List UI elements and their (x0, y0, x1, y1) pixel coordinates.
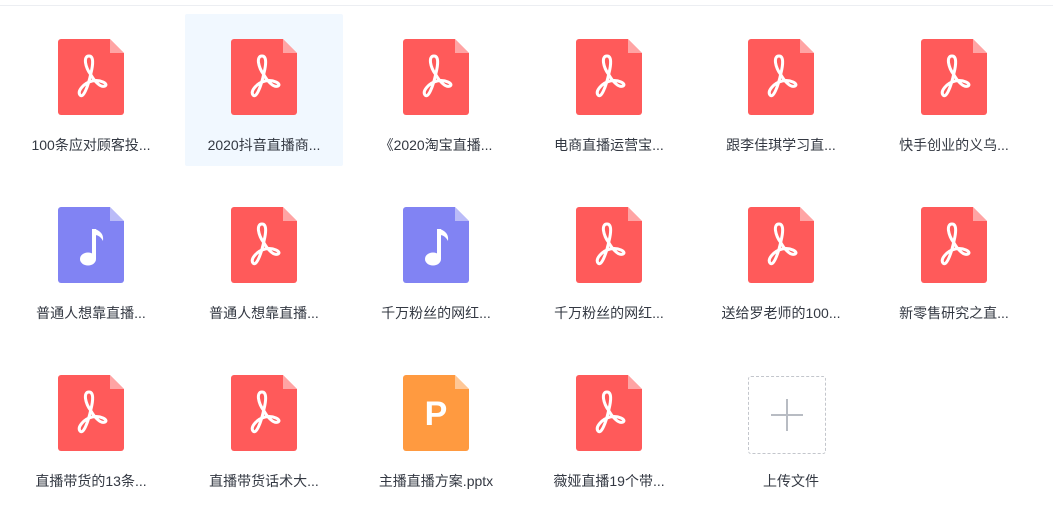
pdf-icon (921, 39, 987, 115)
file-name: 直播带货话术大... (209, 473, 319, 489)
file-name: 电商直播运营宝... (554, 137, 664, 153)
pdf-icon (231, 375, 297, 451)
pdf-icon (231, 207, 297, 283)
file-item[interactable]: 普通人想靠直播... (12, 182, 170, 334)
file-item[interactable]: 千万粉丝的网红... (357, 182, 515, 334)
top-divider (0, 0, 1053, 6)
file-name: 直播带货的13条... (35, 473, 147, 489)
file-item[interactable]: 直播带货的13条... (12, 350, 170, 502)
file-name: 薇娅直播19个带... (553, 473, 665, 489)
music-note-icon (403, 207, 469, 283)
file-item[interactable]: 新零售研究之直... (875, 182, 1033, 334)
file-item[interactable]: 送给罗老师的100... (702, 182, 860, 334)
file-name: 跟李佳琪学习直... (726, 137, 836, 153)
file-name: 《2020淘宝直播... (379, 137, 493, 153)
pdf-icon (58, 39, 124, 115)
file-name: 100条应对顾客投... (31, 137, 151, 153)
file-name: 主播直播方案.pptx (378, 473, 494, 489)
music-note-icon (58, 207, 124, 283)
plus-icon[interactable] (748, 376, 826, 454)
file-name: 2020抖音直播商... (207, 137, 321, 153)
upload-file-label: 上传文件 (763, 473, 819, 489)
pdf-icon (576, 207, 642, 283)
file-grid: 100条应对顾客投... 2020抖音直播商... 《2020淘宝直播... 电商直播… (12, 14, 1053, 510)
file-name: 普通人想靠直播... (36, 305, 146, 321)
file-name: 普通人想靠直播... (209, 305, 319, 321)
file-item[interactable]: 电商直播运营宝... (530, 14, 688, 166)
file-item[interactable]: P 主播直播方案.pptx (357, 350, 515, 502)
file-item[interactable]: 快手创业的义乌... (875, 14, 1033, 166)
file-name: 千万粉丝的网红... (554, 305, 664, 321)
plus-vertical-stroke (786, 399, 788, 431)
file-item[interactable]: 直播带货话术大... (185, 350, 343, 502)
pdf-icon (748, 207, 814, 283)
file-name: 千万粉丝的网红... (381, 305, 491, 321)
file-item[interactable]: 100条应对顾客投... (12, 14, 170, 166)
pdf-icon (576, 375, 642, 451)
upload-file-button[interactable]: 上传文件 (702, 350, 860, 502)
pdf-icon (576, 39, 642, 115)
file-item[interactable]: 薇娅直播19个带... (530, 350, 688, 502)
file-item[interactable]: 普通人想靠直播... (185, 182, 343, 334)
pdf-icon (403, 39, 469, 115)
file-name: 送给罗老师的100... (721, 305, 841, 321)
pptx-glyph: P (425, 395, 448, 433)
file-item[interactable]: 跟李佳琪学习直... (702, 14, 860, 166)
pdf-icon (748, 39, 814, 115)
pdf-icon (58, 375, 124, 451)
pdf-icon (921, 207, 987, 283)
file-name: 快手创业的义乌... (899, 137, 1009, 153)
pptx-icon: P (403, 375, 469, 451)
file-item[interactable]: 《2020淘宝直播... (357, 14, 515, 166)
file-item[interactable]: 2020抖音直播商... (185, 14, 343, 166)
pdf-icon (231, 39, 297, 115)
file-item[interactable]: 千万粉丝的网红... (530, 182, 688, 334)
file-name: 新零售研究之直... (899, 305, 1009, 321)
